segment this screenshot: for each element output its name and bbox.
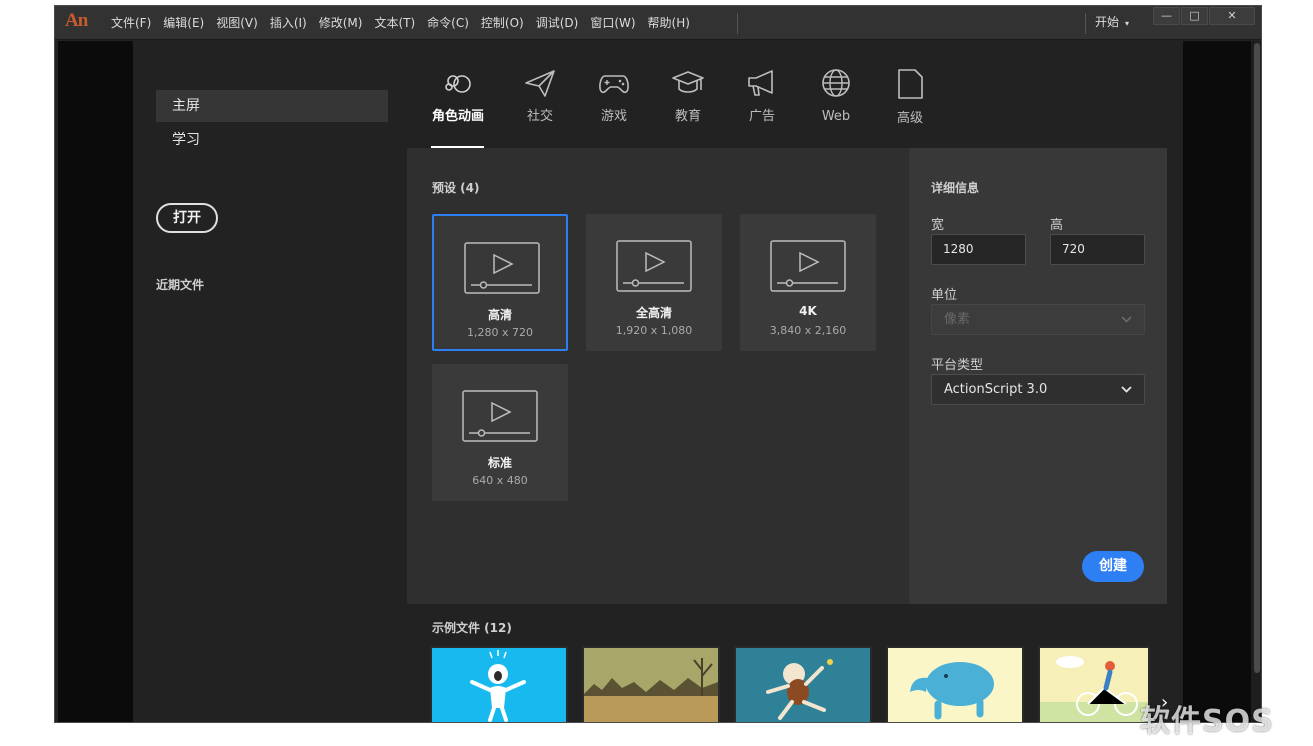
video-preset-icon (770, 240, 846, 292)
unit-value: 像素 (944, 312, 971, 327)
sample-thumbnail[interactable] (886, 646, 1024, 722)
sample-thumbnail[interactable] (734, 646, 872, 722)
sample-thumbnail[interactable] (430, 646, 568, 722)
menu-bar: An 文件(F) 编辑(E) 视图(V) 插入(I) 修改(M) 文本(T) 命… (55, 6, 1261, 40)
sidebar-item-home[interactable]: 主屏 (156, 90, 388, 122)
sample-thumbnail[interactable] (582, 646, 720, 722)
sample-landscape-image (584, 648, 718, 722)
scrollbar-thumb[interactable] (1254, 43, 1260, 673)
tab-social[interactable]: 社交 (510, 68, 570, 126)
preset-hd[interactable]: 高清 1,280 x 720 (432, 214, 568, 351)
preset-name: 高清 (487, 308, 512, 322)
animate-logo: An (65, 10, 88, 31)
menu-window[interactable]: 窗口(W) (584, 12, 641, 34)
menu-insert[interactable]: 插入(I) (264, 12, 313, 34)
tab-advertising[interactable]: 广告 (732, 68, 792, 126)
tab-label: 游戏 (600, 109, 627, 124)
workspace-label: 开始 (1095, 15, 1120, 29)
tab-label: 角色动画 (431, 109, 484, 124)
vertical-scrollbar[interactable] (1251, 41, 1261, 722)
sample-thumbnail[interactable] (1038, 646, 1150, 722)
minimize-button[interactable]: — (1153, 7, 1180, 25)
video-preset-icon (464, 242, 540, 294)
paper-plane-icon (525, 70, 555, 97)
menu-separator (1085, 13, 1086, 34)
menu-modify[interactable]: 修改(M) (313, 12, 369, 34)
preset-full-hd[interactable]: 全高清 1,920 x 1,080 (586, 214, 722, 351)
tab-education[interactable]: 教育 (658, 68, 718, 126)
preset-size: 1,920 x 1,080 (615, 324, 693, 337)
restore-button[interactable]: □ (1181, 7, 1208, 25)
preset-size: 1,280 x 720 (467, 326, 533, 339)
watermark: 软件SOS (1140, 704, 1274, 739)
tab-label: 教育 (674, 109, 701, 124)
tab-label: Web (821, 109, 851, 124)
tab-web[interactable]: Web (806, 68, 866, 126)
sample-character-image (432, 648, 566, 722)
details-panel: 详细信息 宽 1280 高 720 单位 像素 平台类型 ActionScrip… (909, 148, 1167, 604)
unit-label: 单位 (931, 288, 958, 303)
preset-name: 4K (799, 304, 817, 318)
sample-dancer-image (736, 648, 870, 722)
chevron-down-icon (1121, 305, 1132, 345)
sample-files-title: 示例文件 (12) (432, 621, 512, 635)
width-label: 宽 (931, 218, 945, 233)
left-gutter (58, 41, 133, 722)
globe-icon (822, 69, 850, 97)
megaphone-icon (748, 70, 773, 96)
close-button[interactable]: ✕ (1209, 7, 1255, 25)
platform-select[interactable]: ActionScript 3.0 (931, 374, 1145, 405)
menu-edit[interactable]: 编辑(E) (157, 12, 210, 34)
presets-title: 预设 (4) (432, 181, 480, 195)
character-animation-icon (445, 75, 471, 93)
right-gutter (1183, 41, 1251, 722)
sidebar-item-learn[interactable]: 学习 (156, 124, 388, 156)
chevron-down-icon (1121, 375, 1132, 415)
graduation-cap-icon (672, 71, 704, 93)
gamepad-icon (599, 75, 629, 94)
recent-files-label: 近期文件 (156, 278, 205, 292)
preset-size: 640 x 480 (472, 474, 528, 487)
sample-cyclist-image (1040, 648, 1148, 722)
document-icon (898, 69, 923, 99)
preset-name: 全高清 (635, 306, 672, 320)
tab-character-animation[interactable]: 角色动画 (428, 68, 488, 126)
width-input[interactable]: 1280 (931, 234, 1026, 265)
tab-label: 高级 (896, 111, 923, 126)
preset-4k[interactable]: 4K 3,840 x 2,160 (740, 214, 876, 351)
video-preset-icon (616, 240, 692, 292)
tab-advanced[interactable]: 高级 (880, 68, 940, 128)
preset-standard[interactable]: 标准 640 x 480 (432, 364, 568, 501)
tab-label: 社交 (526, 109, 553, 124)
menu-view[interactable]: 视图(V) (210, 12, 264, 34)
platform-label: 平台类型 (931, 358, 984, 373)
menu-control[interactable]: 控制(O) (475, 12, 530, 34)
menu-help[interactable]: 帮助(H) (642, 12, 696, 34)
preset-name: 标准 (487, 456, 512, 470)
animate-start-window: An 文件(F) 编辑(E) 视图(V) 插入(I) 修改(M) 文本(T) 命… (54, 5, 1262, 723)
caret-down-icon: ▾ (1125, 19, 1130, 28)
tab-label: 广告 (748, 109, 775, 124)
menu-commands[interactable]: 命令(C) (421, 12, 475, 34)
menu-separator (737, 13, 738, 34)
open-button[interactable]: 打开 (156, 203, 218, 233)
details-title: 详细信息 (931, 181, 980, 195)
platform-value: ActionScript 3.0 (944, 382, 1048, 397)
video-preset-icon (462, 390, 538, 442)
height-label: 高 (1050, 218, 1064, 233)
menu-list: 文件(F) 编辑(E) 视图(V) 插入(I) 修改(M) 文本(T) 命令(C… (105, 6, 696, 40)
menu-debug[interactable]: 调试(D) (530, 12, 585, 34)
menu-text[interactable]: 文本(T) (368, 12, 421, 34)
unit-select: 像素 (931, 304, 1145, 335)
sample-elephant-image (888, 648, 1022, 722)
menu-file[interactable]: 文件(F) (105, 12, 157, 34)
workspace-switcher[interactable]: 开始 ▾ (1095, 13, 1129, 33)
tab-game[interactable]: 游戏 (584, 68, 644, 126)
presets-panel: 预设 (4) 高清 1,280 x 720 全高清 1,920 x 1,080 (407, 148, 909, 604)
create-button[interactable]: 创建 (1082, 551, 1144, 582)
height-input[interactable]: 720 (1050, 234, 1145, 265)
preset-size: 3,840 x 2,160 (769, 324, 847, 337)
